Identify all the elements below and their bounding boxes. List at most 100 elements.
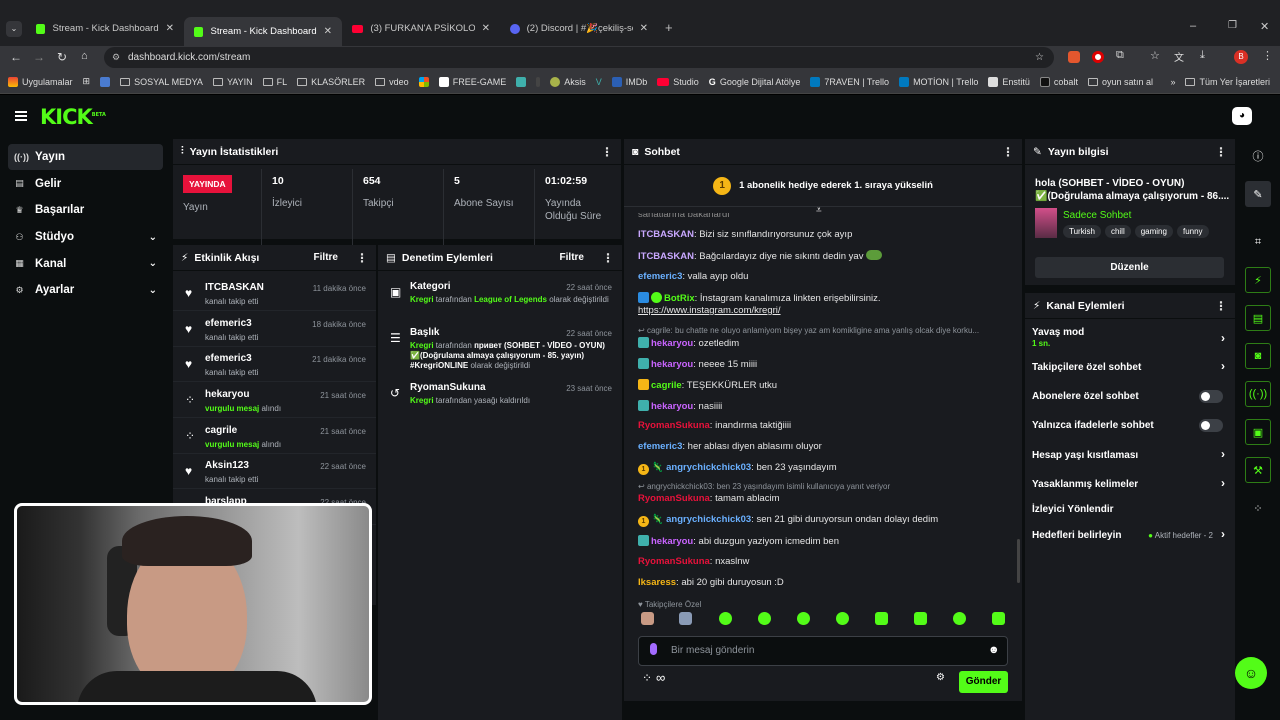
- minimize-icon[interactable]: –: [1190, 20, 1196, 32]
- browser-tab-1[interactable]: Stream - Kick Dashboard ✕: [26, 17, 184, 40]
- extensions-puzzle-icon[interactable]: ⧉: [1116, 49, 1124, 62]
- broadcast-icon[interactable]: ((·)): [1245, 381, 1271, 407]
- category-name[interactable]: Sadece Sohbet: [1063, 210, 1131, 221]
- browser-tab-2[interactable]: Stream - Kick Dashboard ✕: [184, 17, 342, 46]
- account-age-row[interactable]: Hesap yaşı kısıtlaması ›: [1025, 447, 1235, 478]
- emote-icon[interactable]: [797, 612, 810, 625]
- host-viewers-row[interactable]: İzleyici Yönlendir: [1025, 504, 1235, 532]
- tag[interactable]: gaming: [1134, 225, 1173, 238]
- nav-item-basarilar[interactable]: ♛ Başarılar: [8, 197, 163, 223]
- kicks-icon[interactable]: ⁘: [642, 671, 652, 685]
- bookmark-folder[interactable]: KLASÖRLER: [297, 77, 365, 87]
- more-options-icon[interactable]: ⋮: [602, 251, 614, 265]
- emote-icon[interactable]: [914, 612, 927, 625]
- bookmark-folder[interactable]: oyun satın al: [1087, 77, 1153, 87]
- emote-icon[interactable]: [836, 612, 849, 625]
- chat-bubble-icon[interactable]: ◙: [1245, 343, 1271, 369]
- bookmark-item[interactable]: cobalt: [1039, 76, 1078, 87]
- more-options-icon[interactable]: ⋮: [1215, 145, 1227, 159]
- more-options-icon[interactable]: ⋮: [1215, 299, 1227, 313]
- bookmark-item[interactable]: MOTİON | Trello: [899, 76, 978, 87]
- bookmark-item[interactable]: V: [596, 77, 602, 87]
- emoji-icon[interactable]: ☻: [988, 644, 1000, 656]
- more-options-icon[interactable]: ⋮: [1002, 145, 1014, 159]
- browser-menu-icon[interactable]: ⋮: [1262, 49, 1273, 62]
- document-icon[interactable]: ▤: [1245, 305, 1271, 331]
- bookmarks-icon[interactable]: ☆: [1150, 49, 1160, 62]
- bookmark-item[interactable]: [516, 76, 527, 87]
- infinity-icon[interactable]: ∞: [656, 670, 665, 685]
- restore-icon[interactable]: ❐: [1228, 20, 1237, 31]
- bookmark-apps[interactable]: Uygulamalar: [8, 76, 73, 87]
- more-options-icon[interactable]: ⋮: [356, 251, 368, 265]
- tab-search-button[interactable]: ⌄: [6, 21, 22, 37]
- bookmark-folder[interactable]: SOSYAL MEDYA: [120, 77, 203, 87]
- set-goals-row[interactable]: Hedefleri belirleyin ● Aktif hedefler - …: [1025, 527, 1235, 558]
- browser-tab-4[interactable]: (2) Discord | #🎉çekiliş-sonuç | ✕: [500, 17, 658, 40]
- download-icon[interactable]: ⤓: [1200, 49, 1205, 62]
- close-tab-icon[interactable]: ✕: [166, 23, 174, 34]
- filter-button[interactable]: Filtre: [314, 252, 338, 263]
- more-bookmarks-icon[interactable]: »: [1170, 77, 1175, 87]
- bookmark-folder[interactable]: vdeo: [375, 77, 409, 87]
- chat-scrollbar[interactable]: [1017, 539, 1020, 583]
- lightning-icon[interactable]: ⚡: [1245, 267, 1271, 293]
- nav-item-ayarlar[interactable]: ⚙ Ayarlar ⌄: [8, 277, 163, 303]
- tag[interactable]: Turkish: [1063, 225, 1101, 238]
- more-options-icon[interactable]: ⋮: [601, 145, 613, 159]
- slow-mode-row[interactable]: Yavaş mod 1 sn. ›: [1025, 327, 1235, 355]
- followers-only-row[interactable]: Takipçilere özel sohbet ›: [1025, 359, 1235, 390]
- send-button[interactable]: Gönder: [959, 671, 1008, 693]
- close-tab-icon[interactable]: ✕: [324, 26, 332, 37]
- all-bookmarks[interactable]: Tüm Yer İşaretleri: [1185, 77, 1270, 87]
- forward-icon[interactable]: →: [33, 50, 45, 64]
- close-window-icon[interactable]: ✕: [1260, 20, 1269, 33]
- bookmark-item[interactable]: G Google Dijital Atölye: [709, 77, 801, 87]
- edit-icon[interactable]: ✎: [1245, 181, 1271, 207]
- bookmark-folder[interactable]: FL: [262, 77, 287, 87]
- url-input[interactable]: ⚙ dashboard.kick.com/stream ☆: [104, 47, 1054, 68]
- chat-message-input[interactable]: Bir mesaj gönderin: [638, 636, 1008, 666]
- reload-icon[interactable]: ↻: [57, 50, 67, 64]
- user-avatar[interactable]: ◕: [1232, 107, 1252, 125]
- emotes-only-toggle[interactable]: [1199, 419, 1223, 432]
- bookmark-item[interactable]: [418, 76, 429, 87]
- tag[interactable]: chill: [1104, 225, 1131, 238]
- menu-icon[interactable]: [15, 111, 27, 121]
- nav-item-kanal[interactable]: ▦ Kanal ⌄: [8, 251, 163, 277]
- extension-icon[interactable]: [1068, 51, 1080, 63]
- profile-avatar[interactable]: B: [1234, 50, 1248, 64]
- emote-icon[interactable]: [758, 612, 771, 625]
- emote-icon[interactable]: [953, 612, 966, 625]
- wrench-icon[interactable]: ⚒: [1245, 457, 1271, 483]
- bookmark-item[interactable]: [100, 76, 111, 87]
- info-icon[interactable]: ⓘ: [1245, 143, 1271, 169]
- bookmark-item[interactable]: Studio: [657, 77, 699, 87]
- edit-stream-button[interactable]: Düzenle: [1035, 257, 1224, 278]
- back-icon[interactable]: ←: [10, 50, 22, 64]
- chat-link[interactable]: https://www.instagram.com/kregri/: [638, 305, 781, 316]
- bookmark-item[interactable]: Enstitü: [988, 76, 1030, 87]
- browser-tab-3[interactable]: (3) FURKAN'A PSİKOLOJİK KIŞK ✕: [342, 17, 500, 40]
- kicks-icon[interactable]: ⁘: [1245, 495, 1271, 521]
- banned-words-row[interactable]: Yasaklanmış kelimeler ›: [1025, 476, 1235, 507]
- microphone-icon[interactable]: [650, 643, 657, 655]
- emote-icon[interactable]: [679, 612, 692, 625]
- bookmark-item[interactable]: IMDb: [611, 76, 647, 87]
- home-icon[interactable]: ⌂: [81, 50, 88, 62]
- kick-logo[interactable]: KICKBETA: [40, 105, 106, 129]
- close-tab-icon[interactable]: ✕: [640, 23, 648, 34]
- bookmark-folder[interactable]: YAYIN: [212, 77, 253, 87]
- nav-item-gelir[interactable]: ▤ Gelir: [8, 171, 163, 197]
- new-tab-icon[interactable]: +: [665, 20, 673, 35]
- close-tab-icon[interactable]: ✕: [482, 23, 490, 34]
- gift-leaderboard-banner[interactable]: 1 1 abonelik hediye ederek 1. sıraya yük…: [624, 165, 1022, 207]
- bookmark-item[interactable]: Aksis: [550, 76, 586, 87]
- site-info-icon[interactable]: ⚙: [112, 47, 120, 68]
- chat-settings-icon[interactable]: ⚙: [936, 672, 945, 683]
- emote-icon[interactable]: [992, 612, 1005, 625]
- nav-item-studyo[interactable]: ⚇ Stüdyo ⌄: [8, 224, 163, 250]
- filter-button[interactable]: Filtre: [560, 252, 584, 263]
- subscribers-only-toggle[interactable]: [1199, 390, 1223, 403]
- emote-icon[interactable]: [719, 612, 732, 625]
